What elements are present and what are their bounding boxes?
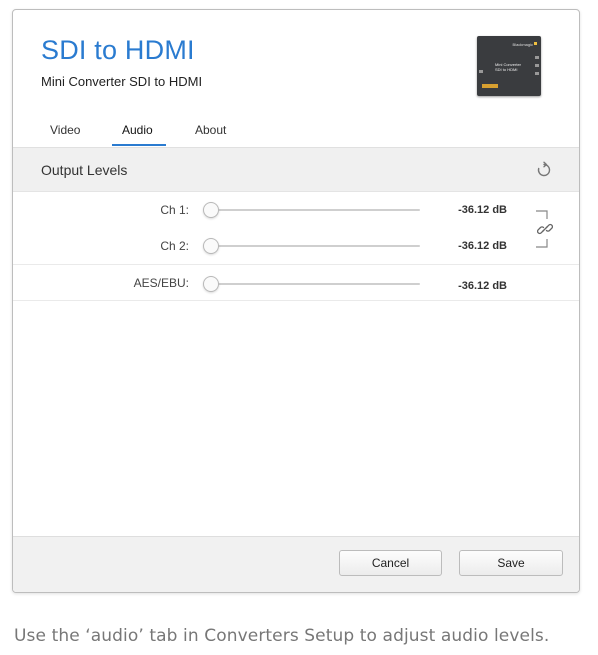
ch2-slider-knob[interactable]: [203, 238, 219, 254]
output-levels-header: Output Levels: [13, 147, 579, 192]
aes-ebu-slider-track[interactable]: [205, 283, 420, 285]
device-brand-label: Blackmagic: [512, 42, 533, 47]
ch2-slider-track[interactable]: [205, 245, 420, 247]
device-port: [535, 72, 539, 75]
row-divider: [13, 264, 579, 265]
ch1-level-value: -36.12 dB: [458, 204, 507, 216]
dialog-footer: Cancel Save: [13, 536, 579, 592]
active-tab-indicator: [112, 144, 166, 146]
aes-ebu-label: AES/EBU:: [133, 276, 189, 290]
reset-icon[interactable]: [535, 161, 553, 179]
cancel-button[interactable]: Cancel: [339, 550, 442, 576]
tab-bar: Video Audio About: [13, 115, 579, 149]
row-divider: [13, 300, 579, 301]
ch1-slider-track[interactable]: [205, 209, 420, 211]
device-image: Blackmagic Mini Converter SDI to HDMI: [477, 36, 541, 96]
ch2-label: Ch 2:: [160, 239, 189, 253]
tab-video[interactable]: Video: [50, 123, 80, 137]
caption-text: Use the ‘audio’ tab in Converters Setup …: [14, 626, 550, 646]
device-name-line2: SDI to HDMI: [495, 67, 518, 72]
device-led: [534, 42, 537, 45]
save-button[interactable]: Save: [459, 550, 563, 576]
chain-link-icon[interactable]: [537, 221, 553, 237]
page-subtitle: Mini Converter SDI to HDMI: [41, 74, 203, 89]
aes-ebu-level-value: -36.12 dB: [458, 280, 507, 292]
ch1-slider-knob[interactable]: [203, 202, 219, 218]
tab-about[interactable]: About: [195, 123, 226, 137]
device-switch: [482, 84, 498, 88]
converters-setup-window: SDI to HDMI Mini Converter SDI to HDMI B…: [12, 9, 580, 593]
device-name-label: Mini Converter SDI to HDMI: [495, 62, 521, 72]
ch1-label: Ch 1:: [160, 203, 189, 217]
aes-ebu-slider-knob[interactable]: [203, 276, 219, 292]
ch2-level-value: -36.12 dB: [458, 240, 507, 252]
device-port: [535, 56, 539, 59]
page-title: SDI to HDMI: [41, 35, 195, 65]
section-title: Output Levels: [41, 162, 128, 178]
tab-audio[interactable]: Audio: [122, 123, 153, 137]
device-port: [535, 64, 539, 67]
device-port: [479, 70, 483, 73]
